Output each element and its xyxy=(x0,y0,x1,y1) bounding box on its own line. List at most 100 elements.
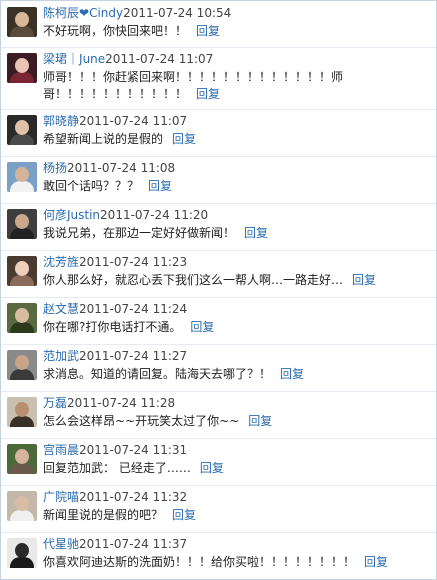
user-name-link[interactable]: 万磊 xyxy=(43,396,67,410)
avatar[interactable] xyxy=(7,444,37,474)
comment-body: 怎么会这样昂~~开玩笑太过了你~~ 回复 xyxy=(43,413,423,430)
user-name-link[interactable]: 广院喵 xyxy=(43,490,79,504)
avatar-body xyxy=(10,228,34,239)
comment-feed: 陈柯辰❤Cindy2011-07-24 10:54 不好玩啊，你快回来吧！！ 回复梁… xyxy=(0,0,437,580)
comment-timestamp: 2011-07-24 11:20 xyxy=(100,208,209,222)
avatar-body xyxy=(10,26,34,37)
avatar[interactable] xyxy=(7,209,37,239)
avatar[interactable] xyxy=(7,7,37,37)
comment-timestamp: 2011-07-24 11:23 xyxy=(79,255,188,269)
comment-body: 希望新闻上说的是假的 回复 xyxy=(43,131,423,148)
comment-header: 梁珺｜June2011-07-24 11:07 xyxy=(43,51,213,67)
comment-timestamp: 2011-07-24 10:54 xyxy=(123,6,232,20)
comment-text: 敢回个话吗？？？ xyxy=(43,179,140,193)
comment-text: 新闻里说的是假的吧？ xyxy=(43,508,164,522)
comment-timestamp: 2011-07-24 11:07 xyxy=(79,114,188,128)
comment-text: 师哥！！！你赶紧回来啊！！！！！！！！！！！！！师哥！！！！！！！！！！！ xyxy=(43,70,344,101)
avatar[interactable] xyxy=(7,350,37,380)
user-name-secondary[interactable]: Cindy xyxy=(89,6,123,20)
reply-link[interactable]: 回复 xyxy=(244,226,268,240)
comment-text: 我说兄弟，在那边一定好好做新闻！ xyxy=(43,226,236,240)
comment-body: 回复范加武： 已经走了…… 回复 xyxy=(43,460,423,477)
reply-link[interactable]: 回复 xyxy=(190,320,214,334)
comment-item: 陈柯辰❤Cindy2011-07-24 10:54 不好玩啊，你快回来吧！！ 回复 xyxy=(1,1,436,48)
avatar-body xyxy=(10,416,34,427)
avatar-face xyxy=(15,167,29,182)
reply-link[interactable]: 回复 xyxy=(248,414,272,428)
avatar[interactable] xyxy=(7,491,37,521)
avatar-face xyxy=(15,543,29,558)
comment-item: 赵文慧2011-07-24 11:24 你在哪?打你电话打不通。 回复 xyxy=(1,297,436,345)
avatar-face xyxy=(15,120,29,135)
user-name-link[interactable]: 何彦Justin xyxy=(43,208,100,222)
reply-link[interactable]: 回复 xyxy=(200,461,224,475)
comment-text: 你人那么好，就忍心丢下我们这么一帮人啊…一路走好… xyxy=(43,273,344,287)
avatar[interactable] xyxy=(7,256,37,286)
comment-text: 不好玩啊，你快回来吧！！ xyxy=(43,24,188,38)
comment-body: 敢回个话吗？？？ 回复 xyxy=(43,178,423,195)
user-name-link[interactable]: 杨扬 xyxy=(43,161,67,175)
comment-timestamp: 2011-07-24 11:27 xyxy=(79,349,188,363)
reply-link[interactable]: 回复 xyxy=(172,132,196,146)
comment-header: 宫雨晨2011-07-24 11:31 xyxy=(43,442,187,458)
avatar[interactable] xyxy=(7,303,37,333)
comment-header: 陈柯辰❤Cindy2011-07-24 10:54 xyxy=(43,5,231,21)
user-name-link[interactable]: 沈芳旌 xyxy=(43,255,79,269)
reply-link[interactable]: 回复 xyxy=(172,508,196,522)
avatar-body xyxy=(10,72,34,83)
user-name-link[interactable]: 宫雨晨 xyxy=(43,443,79,457)
avatar[interactable] xyxy=(7,538,37,568)
reply-link[interactable]: 回复 xyxy=(364,555,388,569)
comment-timestamp: 2011-07-24 11:08 xyxy=(67,161,176,175)
comment-item: 范加武2011-07-24 11:27 求消息。知道的请回复。陆海天去哪了？！ 回复 xyxy=(1,344,436,392)
avatar[interactable] xyxy=(7,53,37,83)
comment-item: 何彦Justin2011-07-24 11:20 我说兄弟，在那边一定好好做新闻！… xyxy=(1,203,436,251)
avatar-body xyxy=(10,557,34,568)
comment-body: 新闻里说的是假的吧？ 回复 xyxy=(43,507,423,524)
user-name-link[interactable]: 代星驰 xyxy=(43,537,79,551)
user-name-link[interactable]: 赵文慧 xyxy=(43,302,79,316)
user-name-link[interactable]: 范加武 xyxy=(43,349,79,363)
comment-text: 回复范加武： 已经走了…… xyxy=(43,461,191,475)
comment-text: 希望新闻上说的是假的 xyxy=(43,132,164,146)
avatar[interactable] xyxy=(7,115,37,145)
comment-body: 不好玩啊，你快回来吧！！ 回复 xyxy=(43,23,423,40)
comment-header: 广院喵2011-07-24 11:32 xyxy=(43,489,187,505)
comment-timestamp: 2011-07-24 11:07 xyxy=(105,52,214,66)
comment-header: 郭晓静2011-07-24 11:07 xyxy=(43,113,187,129)
comment-header: 何彦Justin2011-07-24 11:20 xyxy=(43,207,208,223)
avatar-face xyxy=(15,402,29,417)
comment-timestamp: 2011-07-24 11:37 xyxy=(79,537,188,551)
avatar-face xyxy=(15,308,29,323)
avatar-body xyxy=(10,134,34,145)
reply-link[interactable]: 回复 xyxy=(196,24,220,38)
avatar-face xyxy=(15,214,29,229)
user-name-link[interactable]: 陈柯辰 xyxy=(43,6,79,20)
comment-text: 怎么会这样昂~~开玩笑太过了你~~ xyxy=(43,414,240,428)
reply-link[interactable]: 回复 xyxy=(148,179,172,193)
comment-body: 你喜欢阿迪达斯的洗面奶！！！给你买啦！！！！！！！！ 回复 xyxy=(43,554,423,571)
comment-timestamp: 2011-07-24 11:32 xyxy=(79,490,188,504)
reply-link[interactable]: 回复 xyxy=(280,367,304,381)
comment-item: 沈芳旌2011-07-24 11:23 你人那么好，就忍心丢下我们这么一帮人啊…一… xyxy=(1,250,436,298)
reply-link[interactable]: 回复 xyxy=(352,273,376,287)
user-name-secondary[interactable]: June xyxy=(79,52,105,66)
comment-text: 你喜欢阿迪达斯的洗面奶！！！给你买啦！！！！！！！！ xyxy=(43,555,356,569)
comment-text: 你在哪?打你电话打不通。 xyxy=(43,320,182,334)
comment-item: 梁珺｜June2011-07-24 11:07 师哥！！！你赶紧回来啊！！！！！！… xyxy=(1,47,436,110)
avatar[interactable] xyxy=(7,162,37,192)
reply-link[interactable]: 回复 xyxy=(196,87,220,101)
comment-body: 你在哪?打你电话打不通。 回复 xyxy=(43,319,423,336)
user-name-link[interactable]: 梁珺 xyxy=(43,52,67,66)
comment-item: 杨扬2011-07-24 11:08 敢回个话吗？？？ 回复 xyxy=(1,156,436,204)
avatar-face xyxy=(15,12,29,27)
comment-header: 沈芳旌2011-07-24 11:23 xyxy=(43,254,187,270)
avatar-body xyxy=(10,369,34,380)
avatar-face xyxy=(15,261,29,276)
avatar[interactable] xyxy=(7,397,37,427)
comment-item: 广院喵2011-07-24 11:32 新闻里说的是假的吧？ 回复 xyxy=(1,485,436,533)
comment-item: 宫雨晨2011-07-24 11:31 回复范加武： 已经走了…… 回复 xyxy=(1,438,436,486)
user-name-link[interactable]: 郭晓静 xyxy=(43,114,79,128)
comment-item: 郭晓静2011-07-24 11:07 希望新闻上说的是假的 回复 xyxy=(1,109,436,157)
comment-body: 你人那么好，就忍心丢下我们这么一帮人啊…一路走好… 回复 xyxy=(43,272,423,289)
